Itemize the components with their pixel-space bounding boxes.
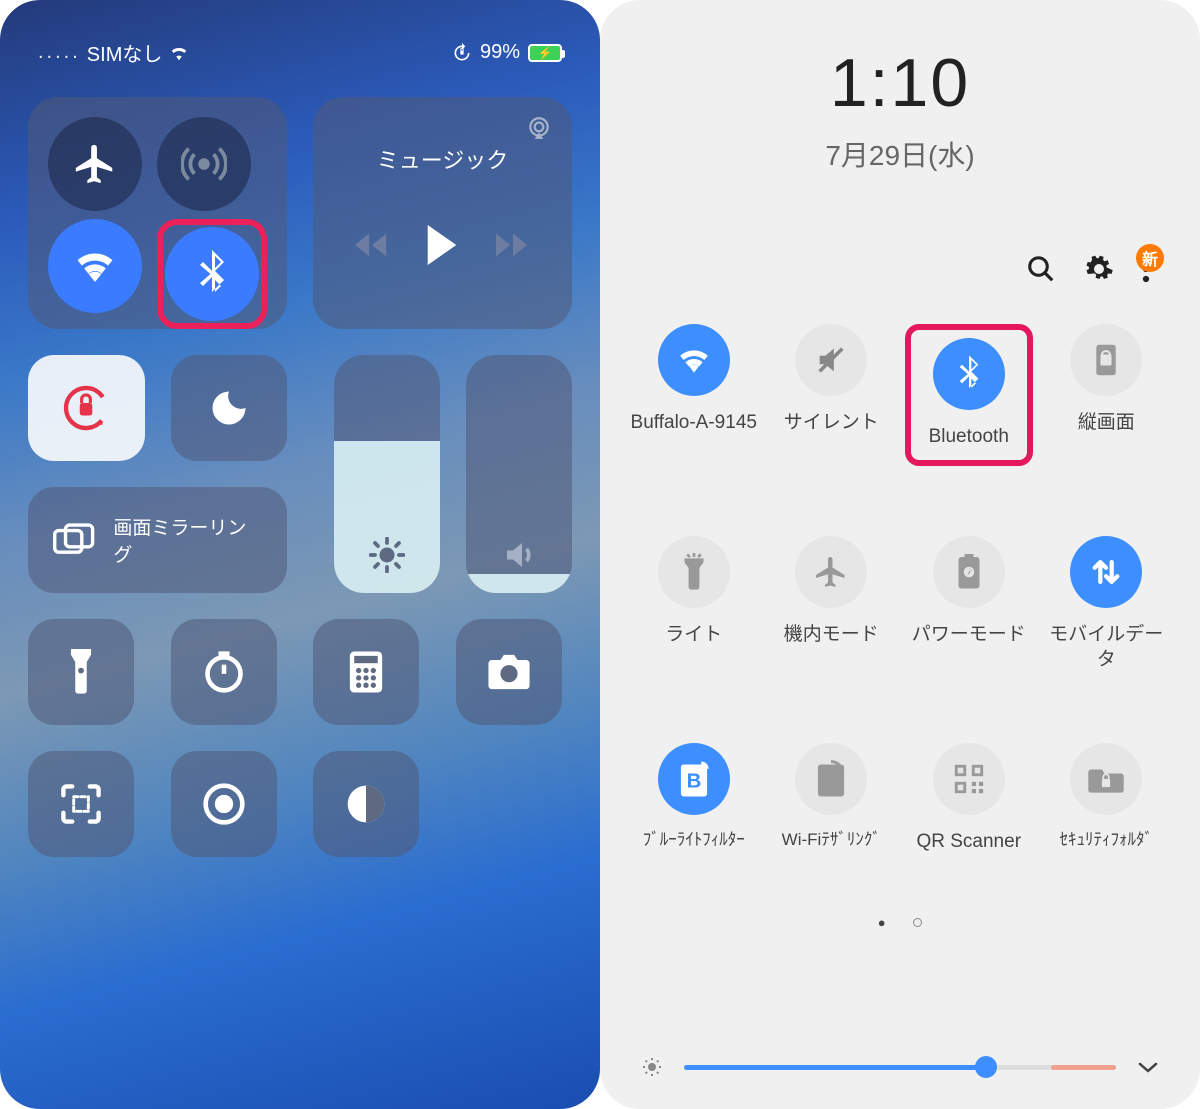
- dark-mode-toggle[interactable]: [313, 751, 419, 857]
- cellular-data-toggle[interactable]: [157, 117, 251, 211]
- tile-label: ｾｷｭﾘﾃｨﾌｫﾙﾀﾞ: [1060, 829, 1154, 852]
- music-title: ミュージック: [337, 143, 548, 175]
- bluetooth-highlight: [157, 219, 267, 329]
- brightness-slider[interactable]: [334, 355, 440, 593]
- tile-label: QR Scanner: [916, 829, 1021, 855]
- wifi-tile[interactable]: Buffalo-A-9145: [630, 324, 758, 466]
- mobile-data-tile[interactable]: モバイルデータ: [1043, 536, 1171, 673]
- battery-pct-label: 99%: [480, 41, 520, 64]
- flashlight-tile[interactable]: ライト: [630, 536, 758, 673]
- signal-dots-icon: .....: [38, 41, 81, 64]
- ios-control-center: ..... SIMなし 99% ⚡: [0, 0, 600, 1109]
- tile-label: Bluetooth: [929, 424, 1009, 450]
- quick-settings-grid: Buffalo-A-9145 サイレント Bluetooth 縦画面 ライト 機…: [630, 324, 1170, 855]
- brightness-track[interactable]: [684, 1065, 1116, 1070]
- screen-mirroring-label: 画面ミラーリング: [113, 513, 263, 567]
- android-quick-settings: 1:10 7月29日(水) 新 Buffalo-A-9145 サイレント Blu…: [600, 0, 1200, 1109]
- bluelight-tile[interactable]: B ﾌﾞﾙｰﾗｲﾄﾌｨﾙﾀｰ: [630, 743, 758, 855]
- brightness-icon: [369, 537, 405, 573]
- svg-text:B: B: [686, 771, 701, 793]
- volume-slider[interactable]: [466, 355, 572, 593]
- silent-tile[interactable]: サイレント: [768, 324, 896, 466]
- power-mode-tile[interactable]: パワーモード: [905, 536, 1033, 673]
- screen-mirroring-button[interactable]: 画面ミラーリング: [28, 487, 287, 593]
- flashlight-button[interactable]: [28, 619, 134, 725]
- wifi-status-icon: [168, 44, 190, 62]
- connectivity-tile: [28, 97, 287, 329]
- expand-button[interactable]: [1136, 1059, 1160, 1075]
- settings-button[interactable]: [1084, 254, 1114, 284]
- music-tile[interactable]: ミュージック: [313, 97, 572, 329]
- search-button[interactable]: [1026, 254, 1056, 284]
- screen-record-button[interactable]: [171, 751, 277, 857]
- tile-label: サイレント: [784, 410, 879, 436]
- tethering-tile[interactable]: Wi-Fiﾃｻﾞﾘﾝｸﾞ: [768, 743, 896, 855]
- qr-scanner-button[interactable]: [28, 751, 134, 857]
- tile-label: 縦画面: [1078, 410, 1135, 436]
- bluetooth-highlight: Bluetooth: [905, 324, 1033, 466]
- tile-label: ﾌﾞﾙｰﾗｲﾄﾌｨﾙﾀｰ: [643, 829, 745, 852]
- orientation-lock-toggle[interactable]: [28, 355, 145, 461]
- qr-tile[interactable]: QR Scanner: [905, 743, 1033, 855]
- next-track-button[interactable]: [496, 230, 530, 260]
- rotation-tile[interactable]: 縦画面: [1043, 324, 1171, 466]
- tile-label: 機内モード: [784, 622, 879, 648]
- camera-button[interactable]: [456, 619, 562, 725]
- calculator-button[interactable]: [313, 619, 419, 725]
- tile-label: パワーモード: [912, 622, 1026, 648]
- play-button[interactable]: [424, 225, 460, 265]
- clock-time: 1:10: [630, 44, 1170, 122]
- timer-button[interactable]: [171, 619, 277, 725]
- orientation-lock-status-icon: [452, 43, 472, 63]
- new-badge: 新: [1136, 244, 1164, 272]
- airplay-icon[interactable]: [526, 115, 552, 141]
- tile-label: ライト: [665, 622, 722, 648]
- clock-date: 7月29日(水): [630, 134, 1170, 174]
- ios-status-bar: ..... SIMなし 99% ⚡: [28, 18, 572, 77]
- do-not-disturb-toggle[interactable]: [171, 355, 288, 461]
- brightness-low-icon: [640, 1055, 664, 1079]
- carrier-label: SIMなし: [87, 38, 163, 67]
- tile-label: Buffalo-A-9145: [631, 410, 757, 436]
- prev-track-button[interactable]: [355, 230, 389, 260]
- wifi-toggle[interactable]: [48, 219, 142, 313]
- volume-icon: [501, 537, 537, 573]
- bluetooth-toggle[interactable]: [165, 227, 259, 321]
- airplane-tile[interactable]: 機内モード: [768, 536, 896, 673]
- tile-label: Wi-Fiﾃｻﾞﾘﾝｸﾞ: [782, 829, 881, 852]
- airplane-mode-toggle[interactable]: [48, 117, 142, 211]
- brightness-bar[interactable]: [640, 1055, 1160, 1079]
- secure-folder-tile[interactable]: ｾｷｭﾘﾃｨﾌｫﾙﾀﾞ: [1043, 743, 1171, 855]
- menu-button[interactable]: 新: [1142, 254, 1150, 284]
- battery-icon: ⚡: [528, 44, 562, 62]
- bluetooth-tile[interactable]: Bluetooth: [921, 338, 1017, 450]
- page-indicator: ●: [630, 915, 1170, 930]
- tile-label: モバイルデータ: [1043, 622, 1171, 673]
